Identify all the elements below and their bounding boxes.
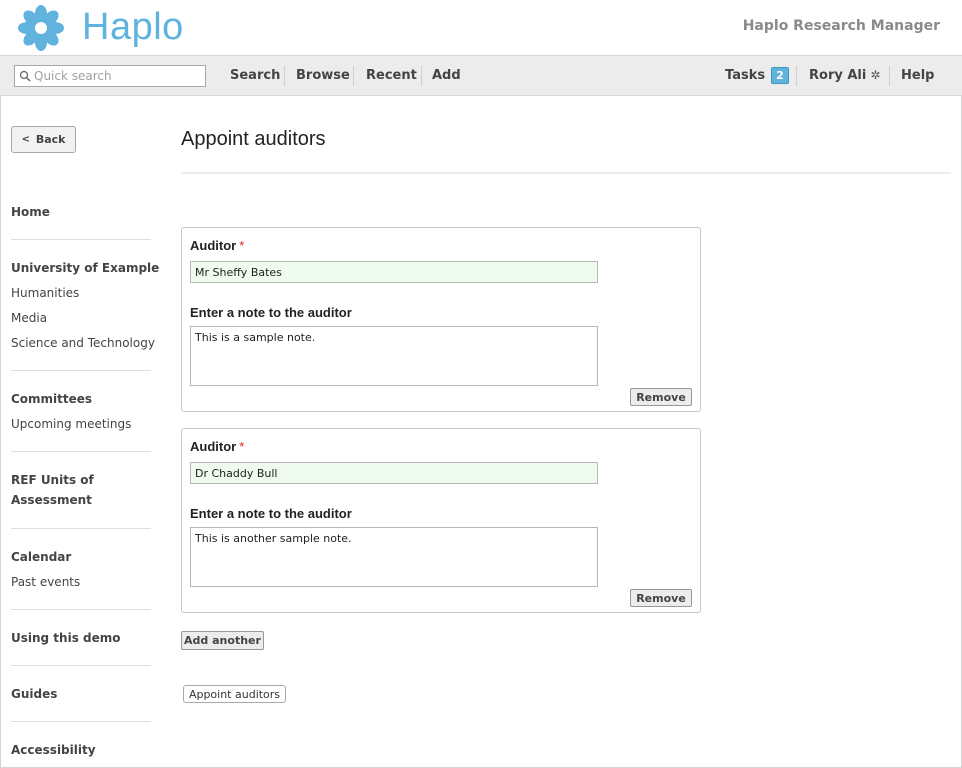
back-label: Back [35, 133, 66, 146]
note-textarea[interactable]: This is another sample note. [190, 527, 598, 587]
auditor-field[interactable] [190, 462, 598, 484]
note-textarea[interactable]: This is a sample note. [190, 326, 598, 386]
title-divider [181, 172, 951, 174]
nav-search[interactable]: Search [230, 68, 280, 83]
appoint-auditors-button[interactable]: Appoint auditors [183, 685, 286, 703]
gear-icon: ✲ [870, 68, 881, 82]
page-title: Appoint auditors [181, 128, 326, 150]
sidebar-item-guides[interactable]: Guides [11, 687, 57, 701]
sidebar-item-media[interactable]: Media [11, 311, 47, 325]
sidebar-item-humanities[interactable]: Humanities [11, 286, 79, 300]
sidebar-item-calendar[interactable]: Calendar [11, 550, 71, 564]
chevron-left-icon: < [21, 134, 30, 145]
sidebar-item-ref-units[interactable]: REF Units of Assessment [11, 473, 94, 507]
nav-divider [284, 66, 285, 86]
sidebar-divider [11, 370, 151, 371]
sidebar-item-science[interactable]: Science and Technology [11, 336, 155, 350]
sidebar-item-accessibility[interactable]: Accessibility [11, 743, 96, 757]
nav-divider [353, 66, 354, 86]
header: Haplo Haplo Research Manager [0, 0, 962, 55]
search-icon [19, 70, 31, 82]
auditor-entry: Auditor* Enter a note to the auditor Thi… [181, 227, 701, 412]
nav-tasks[interactable]: Tasks 2 [725, 67, 789, 84]
user-name: Rory Ali [809, 68, 867, 83]
tasks-count-badge: 2 [771, 67, 789, 84]
sidebar-divider [11, 528, 151, 529]
sidebar-item-past-events[interactable]: Past events [11, 575, 80, 589]
quick-search-input[interactable] [34, 69, 204, 83]
quick-search-box[interactable] [14, 65, 206, 87]
nav-divider [796, 66, 797, 86]
sidebar-item-home[interactable]: Home [11, 205, 50, 219]
note-label: Enter a note to the auditor [190, 506, 352, 521]
nav-divider [889, 66, 890, 86]
sidebar-item-upcoming-meetings[interactable]: Upcoming meetings [11, 417, 131, 431]
top-navbar: Search Browse Recent Add Tasks 2 Rory Ali… [0, 55, 962, 96]
sidebar-item-university[interactable]: University of Example [11, 261, 159, 275]
ref-line-2: Assessment [11, 493, 92, 507]
note-label: Enter a note to the auditor [190, 305, 352, 320]
sidebar-item-committees[interactable]: Committees [11, 392, 92, 406]
tasks-label: Tasks [725, 68, 766, 83]
nav-divider [421, 66, 422, 86]
ref-line-1: REF Units of [11, 473, 94, 487]
logo-text[interactable]: Haplo [82, 6, 184, 49]
auditor-label: Auditor * [190, 439, 244, 454]
nav-user-menu[interactable]: Rory Ali ✲ [809, 68, 880, 83]
auditor-field[interactable] [190, 261, 598, 283]
sidebar-divider [11, 451, 151, 452]
remove-button[interactable]: Remove [630, 388, 692, 406]
nav-add[interactable]: Add [432, 68, 461, 83]
auditor-label-text: Auditor [190, 439, 237, 454]
sidebar-item-using-demo[interactable]: Using this demo [11, 631, 121, 645]
sidebar-divider [11, 609, 151, 610]
nav-browse[interactable]: Browse [296, 68, 350, 83]
app-name: Haplo Research Manager [742, 18, 940, 34]
sidebar-divider [11, 239, 151, 240]
add-another-button[interactable]: Add another [181, 631, 264, 650]
auditor-label-text: Auditor [190, 238, 237, 253]
remove-button[interactable]: Remove [630, 589, 692, 607]
sidebar-divider [11, 721, 151, 722]
auditor-entry: Auditor* Enter a note to the auditor Thi… [181, 428, 701, 613]
nav-recent[interactable]: Recent [366, 68, 417, 83]
sidebar-divider [11, 665, 151, 666]
nav-help[interactable]: Help [901, 68, 934, 83]
back-button[interactable]: < Back [11, 126, 76, 153]
required-marker: * [239, 238, 245, 253]
required-marker: * [239, 439, 245, 454]
haplo-logo-icon [18, 5, 64, 51]
auditor-label: Auditor * [190, 238, 244, 253]
